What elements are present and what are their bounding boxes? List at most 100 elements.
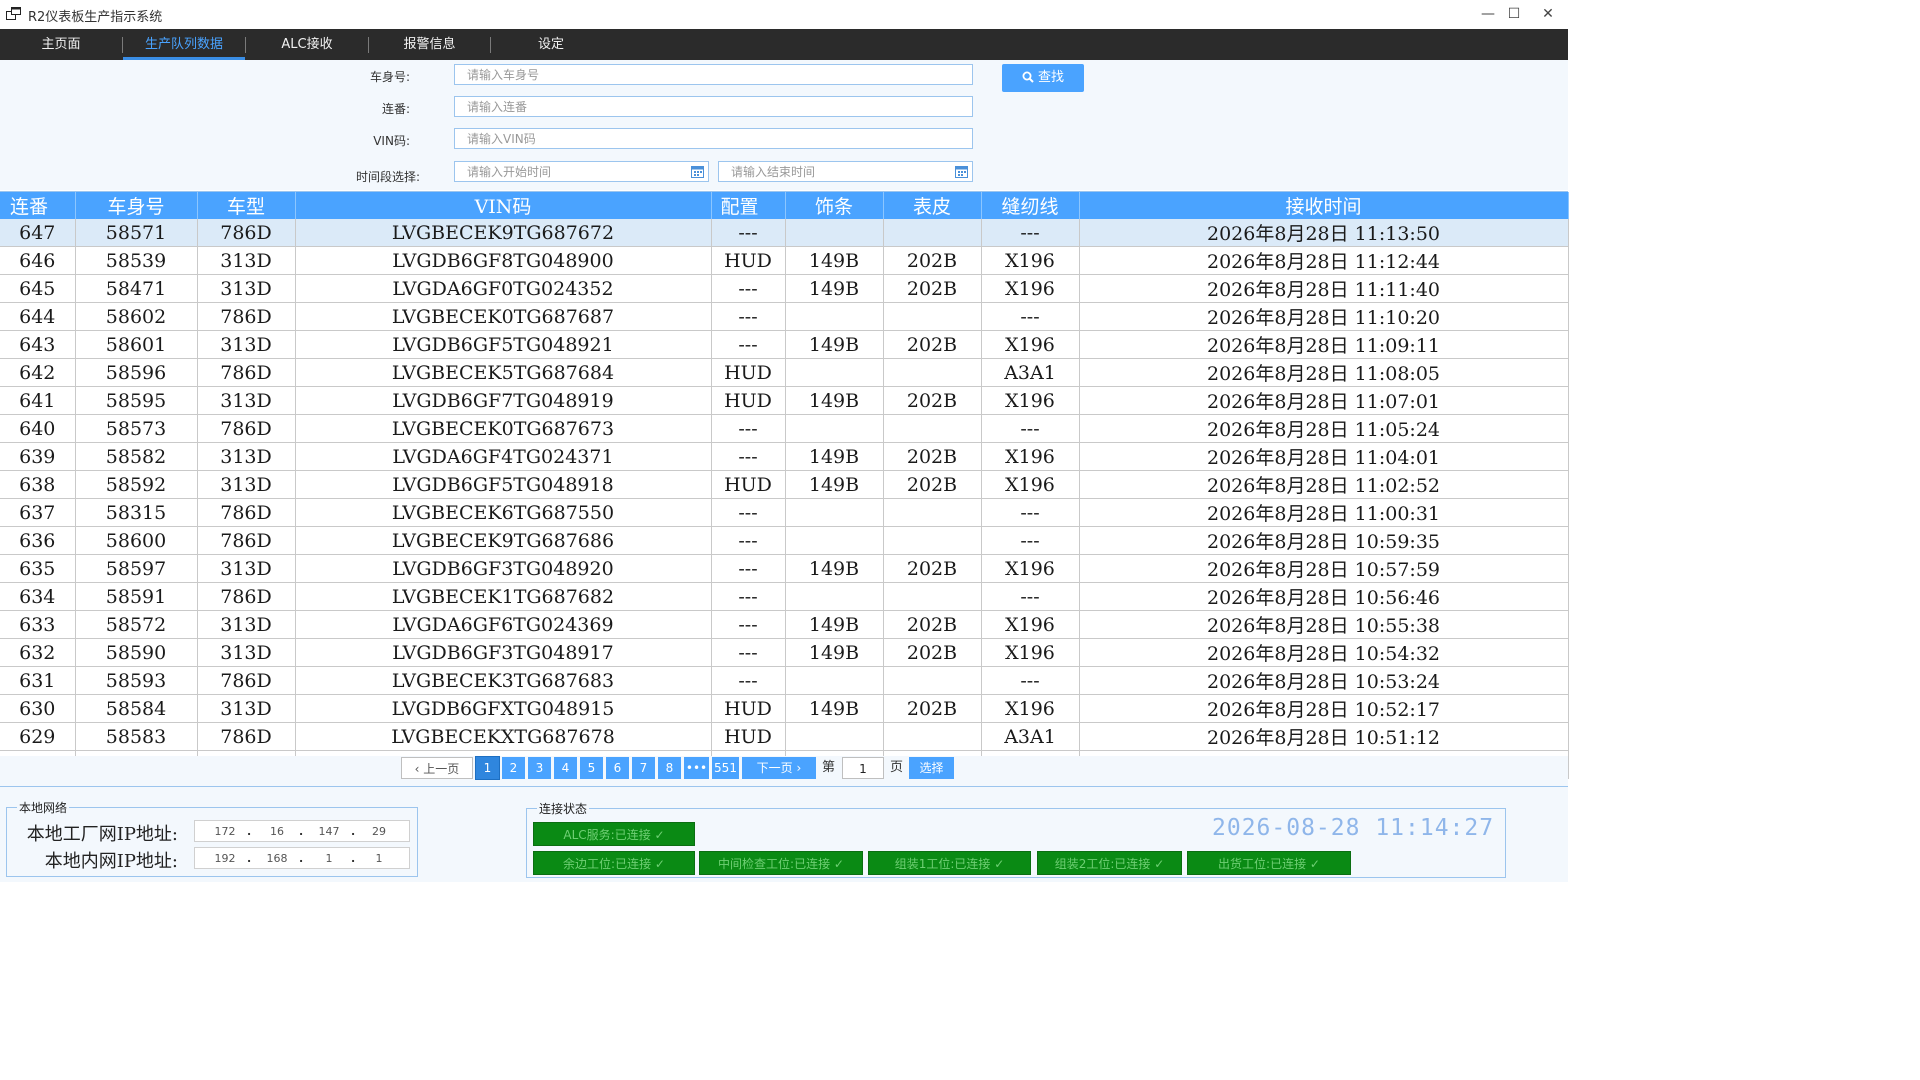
table-row[interactable]: 629 58583 786D LVGBECEKXTG687678 HUD A3A… [0,722,1569,751]
cell-stitch-thread: --- [981,526,1080,555]
goto-select-button[interactable]: 选择 [909,757,954,779]
cell-trim: 149B [785,274,884,303]
table-row[interactable]: 632 58590 313D LVGDB6GF3TG048917 --- 149… [0,638,1569,667]
goto-page-input[interactable]: 1 [842,757,884,779]
column-header-sequence[interactable]: 连番 [0,192,76,219]
table-row[interactable]: 640 58573 786D LVGBECEK0TG687673 --- ---… [0,414,1569,443]
cell-trim [785,722,884,751]
prev-page-button[interactable]: ‹ 上一页 [401,757,473,779]
tab-alc-receive[interactable]: ALC接收 [246,29,368,60]
table-row[interactable]: 637 58315 786D LVGBECEK6TG687550 --- ---… [0,498,1569,527]
column-header-stitch-thread[interactable]: 缝纫线 [981,192,1080,219]
page-button-7[interactable]: 7 [632,757,655,779]
sequence-input[interactable]: 请输入连番 [454,96,973,117]
tab-home[interactable]: 主页面 [0,29,122,60]
page-button-5[interactable]: 5 [580,757,603,779]
cell-model: 313D [197,386,296,415]
table-row[interactable]: 631 58593 786D LVGBECEK3TG687683 --- ---… [0,666,1569,695]
cell-vin: LVGDA6GF6TG024369 [295,610,712,639]
cell-receive-time: 2026年8月28日 10:54:32 [1079,638,1569,667]
table-row[interactable]: 642 58596 786D LVGBECEK5TG687684 HUD A3A… [0,358,1569,387]
table-row[interactable]: 645 58471 313D LVGDA6GF0TG024352 --- 149… [0,274,1569,303]
cell-sequence: 635 [0,554,76,583]
page-button-2[interactable]: 2 [502,757,525,779]
cell-vin: LVGBECEK1TG687682 [295,582,712,611]
cell-trim: 149B [785,442,884,471]
vin-input[interactable]: 请输入VIN码 [454,128,973,149]
close-button[interactable]: ✕ [1528,0,1568,29]
start-time-input[interactable]: 请输入开始时间 [454,161,709,182]
body-number-input[interactable]: 请输入车身号 [454,64,973,85]
station-status-assembly2: 组装2工位:已连接 ✓ [1037,851,1182,875]
cell-vin: LVGDB6GF7TG048919 [295,386,712,415]
cell-config: --- [711,582,786,611]
column-header-model[interactable]: 车型 [197,192,296,219]
cell-sequence: 630 [0,694,76,723]
page-button-6[interactable]: 6 [606,757,629,779]
cell-sequence: 645 [0,274,76,303]
column-header-receive-time[interactable]: 接收时间 [1079,192,1569,219]
cell-skin: 202B [883,274,982,303]
ip-octet: 1 [325,852,333,865]
cell-stitch-thread: X196 [981,610,1080,639]
cell-sequence: 641 [0,386,76,415]
column-header-skin[interactable]: 表皮 [883,192,982,219]
tab-production-queue[interactable]: 生产队列数据 [123,29,245,60]
cell-body-number: 58471 [75,274,198,303]
search-icon [1022,71,1034,83]
cell-vin: LVGDB6GF8TG048900 [295,246,712,275]
page-button-8[interactable]: 8 [658,757,681,779]
cell-stitch-thread: A3A1 [981,358,1080,387]
cell-config: --- [711,638,786,667]
cell-config: HUD [711,246,786,275]
cell-skin [883,414,982,443]
column-header-vin[interactable]: VIN码 [295,192,712,219]
calendar-icon[interactable] [691,165,704,178]
ip-dot: . [351,825,356,838]
table-row[interactable]: 641 58595 313D LVGDB6GF7TG048919 HUD 149… [0,386,1569,415]
table-row[interactable]: 646 58539 313D LVGDB6GF8TG048900 HUD 149… [0,246,1569,275]
table-row[interactable]: 639 58582 313D LVGDA6GF4TG024371 --- 149… [0,442,1569,471]
table-row[interactable]: 638 58592 313D LVGDB6GF5TG048918 HUD 149… [0,470,1569,499]
cell-config: --- [711,330,786,359]
cell-skin: 202B [883,470,982,499]
page-button-4[interactable]: 4 [554,757,577,779]
cell-skin: 202B [883,246,982,275]
cell-body-number: 58584 [75,694,198,723]
sequence-label: 连番: [381,102,410,116]
page-button-last[interactable]: 551 [712,757,739,779]
table-row[interactable]: 644 58602 786D LVGBECEK0TG687687 --- ---… [0,302,1569,331]
search-button[interactable]: 查找 [1002,64,1084,92]
page-ellipsis-button[interactable]: ••• [684,757,709,779]
calendar-icon[interactable] [955,165,968,178]
cell-receive-time: 2026年8月28日 10:53:24 [1079,666,1569,695]
next-page-button[interactable]: 下一页 › [742,757,816,779]
page-button-3[interactable]: 3 [528,757,551,779]
column-header-body-number[interactable]: 车身号 [75,192,198,219]
intranet-ip-input[interactable]: 192 . 168 . 1 . 1 [194,847,410,869]
table-row[interactable]: 634 58591 786D LVGBECEK1TG687682 --- ---… [0,582,1569,611]
cell-receive-time: 2026年8月28日 11:08:05 [1079,358,1569,387]
page-button-1[interactable]: 1 [475,756,500,780]
factory-ip-input[interactable]: 172 . 16 . 147 . 29 [194,820,410,842]
cell-config: --- [711,498,786,527]
column-header-trim[interactable]: 饰条 [785,192,884,219]
cell-stitch-thread: --- [981,582,1080,611]
table-row[interactable]: 630 58584 313D LVGDB6GFXTG048915 HUD 149… [0,694,1569,723]
cell-stitch-thread: X196 [981,442,1080,471]
column-header-config[interactable]: 配置 [711,192,786,219]
tab-settings[interactable]: 设定 [491,29,611,60]
cell-trim [785,498,884,527]
end-time-input[interactable]: 请输入结束时间 [718,161,973,182]
table-row[interactable]: 635 58597 313D LVGDB6GF3TG048920 --- 149… [0,554,1569,583]
table-row[interactable]: 636 58600 786D LVGBECEK9TG687686 --- ---… [0,526,1569,555]
table-row[interactable]: 643 58601 313D LVGDB6GF5TG048921 --- 149… [0,330,1569,359]
tab-alarm-info[interactable]: 报警信息 [369,29,490,60]
cell-trim [785,302,884,331]
cell-sequence: 639 [0,442,76,471]
cell-vin: LVGDA6GF4TG024371 [295,442,712,471]
table-row[interactable]: 647 58571 786D LVGBECEK9TG687672 --- ---… [0,219,1569,247]
cell-sequence: 631 [0,666,76,695]
table-row[interactable]: 633 58572 313D LVGDA6GF6TG024369 --- 149… [0,610,1569,639]
cell-vin: LVGBECEK0TG687687 [295,302,712,331]
